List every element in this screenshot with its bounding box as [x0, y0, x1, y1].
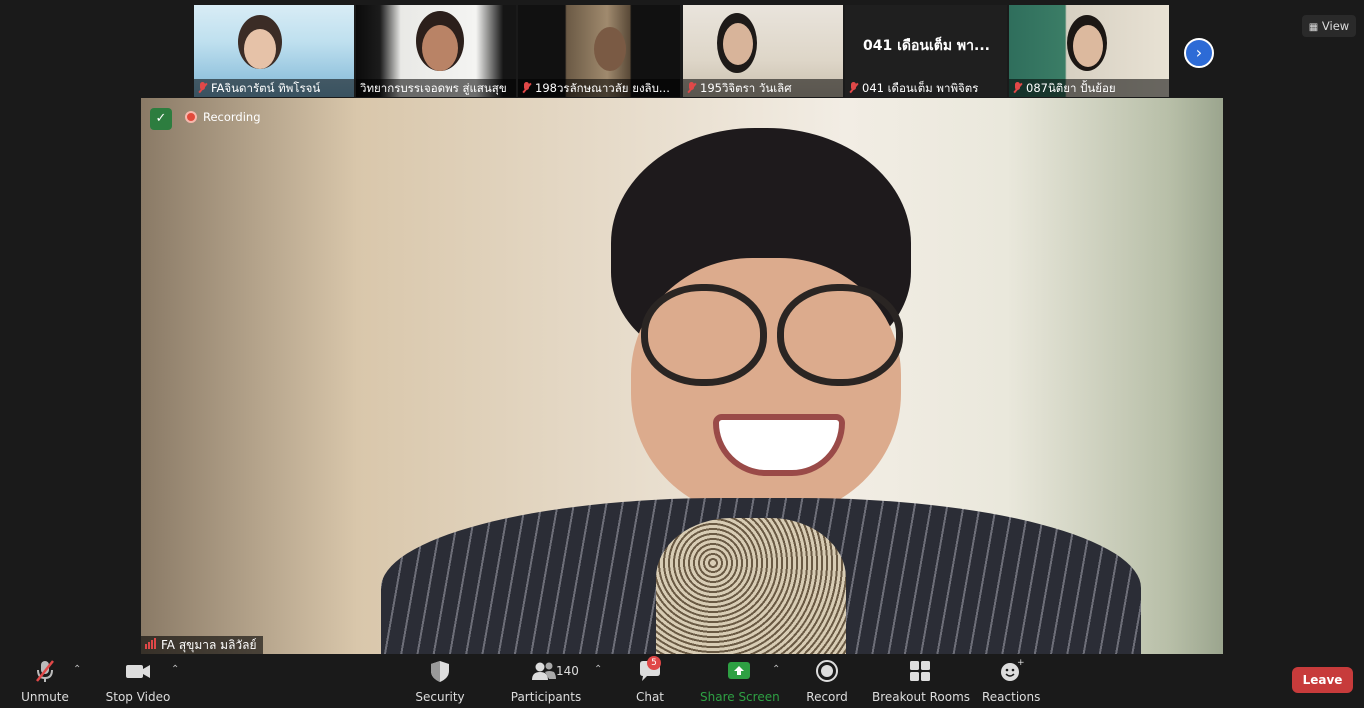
- participant-tile[interactable]: FAจินดารัตน์ ทิพโรจน์: [194, 5, 354, 97]
- participant-strip: FAจินดารัตน์ ทิพโรจน์ วิทยากรบรรเจอดพร ส…: [0, 4, 1364, 97]
- share-options-caret[interactable]: ⌃: [772, 664, 780, 675]
- participant-name: 087นิติยา ปั้นย้อย: [1009, 79, 1169, 97]
- participant-tile[interactable]: 198วรลักษณาวลัย ยงลิบ...: [518, 5, 680, 97]
- recording-indicator[interactable]: Recording: [185, 110, 261, 124]
- chevron-right-icon: ›: [1195, 43, 1203, 62]
- reactions-button[interactable]: + Reactions: [982, 658, 1040, 704]
- glasses-right: [777, 284, 903, 386]
- share-screen-icon: [700, 658, 778, 684]
- view-button[interactable]: ▦ View: [1302, 15, 1356, 37]
- leave-button[interactable]: Leave: [1292, 667, 1353, 693]
- participant-name: วิทยากรบรรเจอดพร สู่แสนสุข: [356, 79, 516, 97]
- unmute-button[interactable]: Unmute: [14, 658, 76, 704]
- active-speaker-video: ✓ Recording FA สุขุมาล มลิวัลย์: [141, 98, 1223, 654]
- participants-options-caret[interactable]: ⌃: [594, 664, 602, 675]
- stop-video-button[interactable]: Stop Video: [104, 658, 172, 704]
- participant-tile[interactable]: 041 เดือนเต็ม พา... 041 เดือนเต็ม พาพิจิ…: [845, 5, 1007, 97]
- active-speaker-name: FA สุขุมาล มลิวัลย์: [141, 636, 263, 654]
- participant-name: 041 เดือนเต็ม พาพิจิตร: [845, 79, 1007, 97]
- mic-muted-icon: [849, 82, 858, 94]
- mic-muted-icon: [14, 658, 76, 684]
- chat-button[interactable]: 5 Chat: [630, 656, 670, 704]
- breakout-rooms-button[interactable]: Breakout Rooms: [872, 658, 970, 704]
- video-options-caret[interactable]: ⌃: [171, 664, 179, 675]
- security-button[interactable]: Security: [412, 658, 468, 704]
- glasses-left: [641, 284, 767, 386]
- share-screen-button[interactable]: Share Screen: [700, 658, 780, 704]
- security-shield-icon[interactable]: ✓: [150, 108, 172, 130]
- speaker-blouse: [656, 518, 846, 654]
- participant-name: 195วิจิตรา วันเลิศ: [683, 79, 843, 97]
- video-camera-icon: [104, 658, 172, 684]
- participants-count: 140: [556, 664, 579, 678]
- mic-muted-icon: [522, 82, 531, 94]
- audio-options-caret[interactable]: ⌃: [73, 664, 81, 675]
- participant-name: FAจินดารัตน์ ทิพโรจน์: [194, 79, 354, 97]
- chat-icon: 5: [630, 656, 670, 684]
- chat-unread-badge: 5: [647, 656, 661, 670]
- meeting-toolbar: Unmute ⌃ Stop Video ⌃ Security 140 Parti…: [0, 654, 1364, 708]
- mic-muted-icon: [198, 82, 207, 94]
- grid-icon: ▦: [1308, 22, 1319, 33]
- emoji-icon: +: [982, 658, 1040, 684]
- next-page-button[interactable]: ›: [1184, 38, 1214, 68]
- participant-name: 198วรลักษณาวลัย ยงลิบ...: [518, 79, 680, 97]
- record-button[interactable]: Record: [802, 658, 852, 704]
- signal-bars-icon: [145, 636, 157, 654]
- record-icon: [802, 658, 852, 684]
- participant-tile[interactable]: 195วิจิตรา วันเลิศ: [683, 5, 843, 97]
- mic-muted-icon: [687, 82, 696, 94]
- participants-icon: 140: [510, 658, 582, 684]
- mic-muted-icon: [1013, 82, 1022, 94]
- participant-tile[interactable]: 087นิติยา ปั้นย้อย: [1009, 5, 1169, 97]
- breakout-rooms-icon: [872, 658, 968, 684]
- recording-icon: [185, 111, 197, 123]
- svg-text:+: +: [1017, 658, 1024, 668]
- participants-button[interactable]: 140 Participants: [510, 658, 582, 704]
- participant-tile[interactable]: วิทยากรบรรเจอดพร สู่แสนสุข: [356, 5, 516, 97]
- participant-tile-text: 041 เดือนเต็ม พา...: [863, 38, 990, 54]
- shield-icon: [412, 658, 468, 684]
